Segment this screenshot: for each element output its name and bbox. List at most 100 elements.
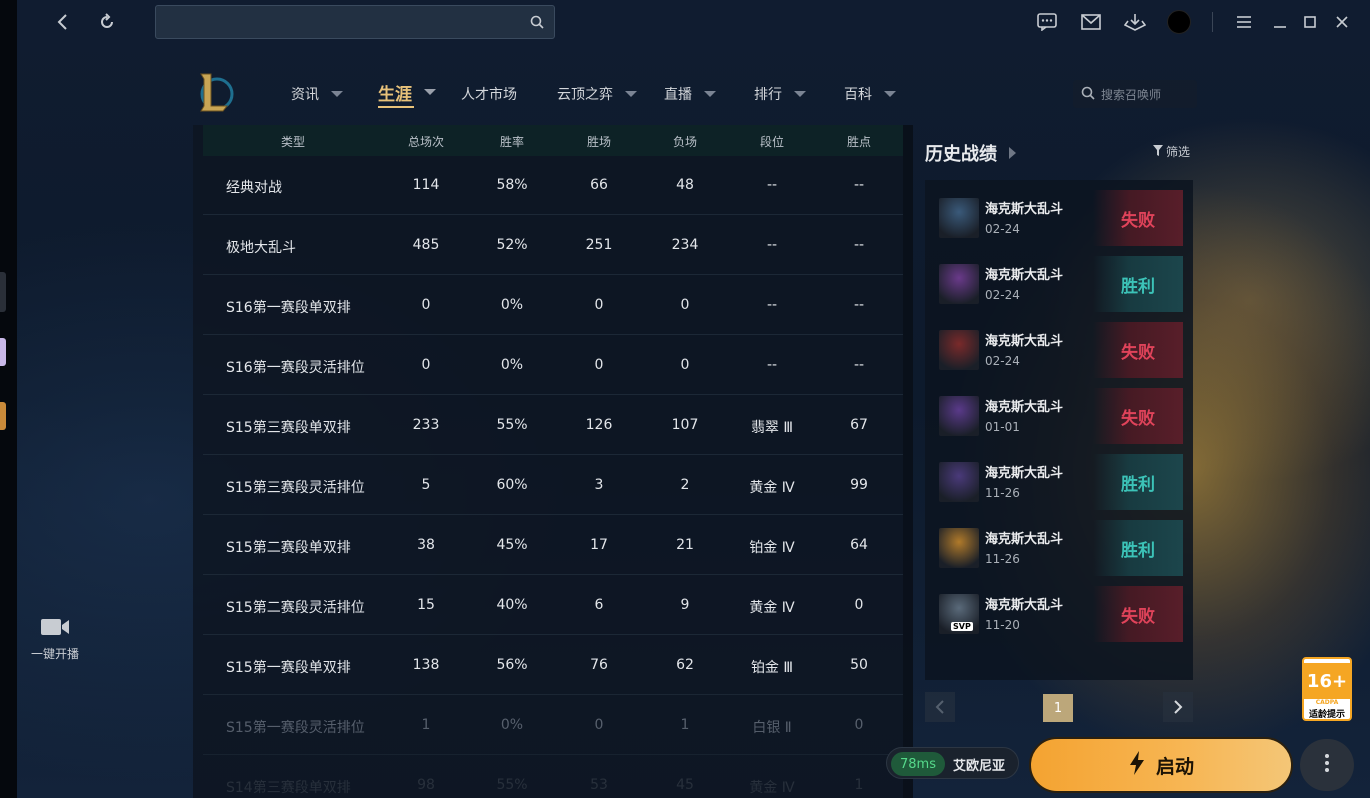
cell-type: 经典对战 bbox=[226, 180, 282, 196]
cell-total: 0 bbox=[421, 297, 431, 313]
cell-total: 15 bbox=[417, 597, 435, 613]
cell-losses: 234 bbox=[671, 237, 699, 253]
cell-losses: 107 bbox=[671, 417, 699, 433]
cell-lp: 0 bbox=[854, 597, 864, 613]
one-click-live-button[interactable]: 一键开播 bbox=[25, 617, 85, 662]
chat-icon[interactable] bbox=[1033, 8, 1061, 36]
titlebar-divider bbox=[1212, 12, 1213, 32]
cell-wins: 17 bbox=[590, 537, 608, 553]
lol-logo-icon[interactable] bbox=[193, 70, 237, 114]
cell-losses: 0 bbox=[680, 357, 690, 373]
server-status[interactable]: 78ms 艾欧尼亚 bbox=[886, 747, 1019, 779]
nav-item-live[interactable]: 直播 bbox=[664, 83, 716, 105]
match-item[interactable]: SVP 海克斯大乱斗 11-20 失败 bbox=[935, 586, 1183, 642]
search-icon bbox=[530, 14, 544, 33]
summoner-search-placeholder: 搜索召唤师 bbox=[1101, 87, 1162, 102]
minimize-icon[interactable] bbox=[1266, 8, 1294, 36]
cell-type: S16第一赛段灵活排位 bbox=[226, 360, 365, 376]
prev-page-button[interactable] bbox=[925, 692, 955, 722]
download-icon[interactable] bbox=[1121, 8, 1149, 36]
server-name: 艾欧尼亚 bbox=[953, 759, 1006, 774]
career-stats-table: 类型 总场次 胜率 胜场 负场 段位 胜点 经典对战 114 58% 66 48 -- --… bbox=[193, 125, 913, 798]
table-header: 类型 总场次 胜率 胜场 负场 段位 胜点 bbox=[203, 125, 903, 156]
cell-type: S15第一赛段单双排 bbox=[226, 660, 351, 676]
match-date: 11-26 bbox=[985, 486, 1020, 500]
chevron-down-icon bbox=[625, 91, 637, 97]
next-page-button[interactable] bbox=[1163, 692, 1193, 722]
maximize-icon[interactable] bbox=[1296, 8, 1324, 36]
age-rating-badge[interactable]: 16+ CADPA 适龄提示 bbox=[1302, 657, 1352, 721]
match-history-list: 海克斯大乱斗 02-24 失败 海克斯大乱斗 02-24 胜利 海克斯大乱斗 02-24 失败海… bbox=[925, 180, 1193, 680]
cell-winrate: 60% bbox=[496, 477, 528, 493]
cell-winrate: 0% bbox=[500, 717, 524, 733]
match-item[interactable]: 海克斯大乱斗 02-24 失败 bbox=[935, 190, 1183, 246]
match-item[interactable]: 海克斯大乱斗 02-24 胜利 bbox=[935, 256, 1183, 312]
header-total: 总场次 bbox=[407, 135, 444, 149]
header-losses: 负场 bbox=[672, 135, 697, 149]
left-edge-avatar-2[interactable] bbox=[0, 402, 6, 430]
mail-icon[interactable] bbox=[1077, 8, 1105, 36]
champion-portrait bbox=[939, 264, 979, 304]
champion-portrait bbox=[939, 528, 979, 568]
nav-label: 人才市场 bbox=[461, 87, 517, 103]
nav-item-ranking[interactable]: 排行 bbox=[754, 83, 806, 105]
menu-icon[interactable] bbox=[1230, 8, 1258, 36]
table-row: S15第一赛段单双排 138 56% 76 62 铂金 Ⅲ 50 bbox=[203, 635, 903, 695]
cell-type: S15第一赛段灵活排位 bbox=[226, 720, 365, 736]
cell-losses: 1 bbox=[680, 717, 690, 733]
match-item[interactable]: 海克斯大乱斗 11-26 胜利 bbox=[935, 454, 1183, 510]
nav-item-wiki[interactable]: 百科 bbox=[844, 83, 896, 105]
age-tip: 适龄提示 bbox=[1308, 710, 1345, 720]
match-result: 胜利 bbox=[1093, 454, 1183, 510]
nav-item-news[interactable]: 资讯 bbox=[291, 83, 343, 105]
match-result: 胜利 bbox=[1093, 520, 1183, 576]
table-row: S16第一赛段单双排 0 0% 0 0 -- -- bbox=[203, 275, 903, 335]
table-row: S14第三赛段单双排 98 55% 53 45 黄金 Ⅳ 1 bbox=[203, 755, 903, 798]
launch-button[interactable]: 启动 bbox=[1029, 737, 1293, 793]
left-edge-tab[interactable] bbox=[0, 272, 6, 312]
left-edge-avatar-1[interactable] bbox=[0, 338, 6, 366]
cell-rank: 黄金 Ⅳ bbox=[749, 480, 795, 496]
table-row: S15第一赛段灵活排位 1 0% 0 1 白银 Ⅱ 0 bbox=[203, 695, 903, 755]
chevron-down-icon bbox=[794, 91, 806, 97]
table-scrollbar[interactable] bbox=[903, 125, 913, 798]
user-avatar[interactable] bbox=[1167, 10, 1191, 34]
cell-total: 1 bbox=[421, 717, 431, 733]
cell-type: S15第二赛段单双排 bbox=[226, 540, 351, 556]
cell-rank: -- bbox=[766, 237, 778, 253]
match-item[interactable]: 海克斯大乱斗 02-24 失败 bbox=[935, 322, 1183, 378]
cell-winrate: 58% bbox=[496, 177, 528, 193]
nav-item-talent-market[interactable]: 人才市场 bbox=[461, 83, 517, 105]
back-icon[interactable] bbox=[49, 8, 77, 36]
global-search-input[interactable] bbox=[155, 5, 555, 39]
cell-wins: 6 bbox=[594, 597, 604, 613]
history-title[interactable]: 历史战绩 bbox=[925, 140, 1016, 166]
cell-winrate: 45% bbox=[496, 537, 528, 553]
nav-item-tft[interactable]: 云顶之弈 bbox=[557, 83, 637, 105]
cell-total: 38 bbox=[417, 537, 435, 553]
cell-lp: -- bbox=[853, 237, 865, 253]
table-row: S16第一赛段灵活排位 0 0% 0 0 -- -- bbox=[203, 335, 903, 395]
match-result: 胜利 bbox=[1093, 256, 1183, 312]
cell-total: 233 bbox=[412, 417, 440, 433]
match-result: 失败 bbox=[1093, 388, 1183, 444]
match-item[interactable]: 海克斯大乱斗 01-01 失败 bbox=[935, 388, 1183, 444]
match-mode: 海克斯大乱斗 bbox=[985, 400, 1064, 415]
match-item[interactable]: 海克斯大乱斗 11-26 胜利 bbox=[935, 520, 1183, 576]
close-icon[interactable] bbox=[1328, 8, 1356, 36]
filter-button[interactable]: 筛选 bbox=[1153, 143, 1190, 160]
match-date: 02-24 bbox=[985, 288, 1020, 302]
cell-rank: -- bbox=[766, 297, 778, 313]
cell-rank: 黄金 Ⅳ bbox=[749, 780, 795, 796]
header-wins: 胜场 bbox=[586, 135, 611, 149]
cell-type: S16第一赛段单双排 bbox=[226, 300, 351, 316]
summoner-search-input[interactable]: 搜索召唤师 bbox=[1073, 80, 1197, 108]
nav-item-career[interactable]: 生涯 bbox=[378, 81, 436, 108]
cell-total: 485 bbox=[412, 237, 440, 253]
match-date: 02-24 bbox=[985, 222, 1020, 236]
more-options-button[interactable] bbox=[1300, 739, 1354, 791]
page-number-button[interactable]: 1 bbox=[1043, 694, 1073, 722]
refresh-icon[interactable] bbox=[93, 8, 121, 36]
video-camera-icon bbox=[39, 619, 71, 641]
cell-losses: 2 bbox=[680, 477, 690, 493]
